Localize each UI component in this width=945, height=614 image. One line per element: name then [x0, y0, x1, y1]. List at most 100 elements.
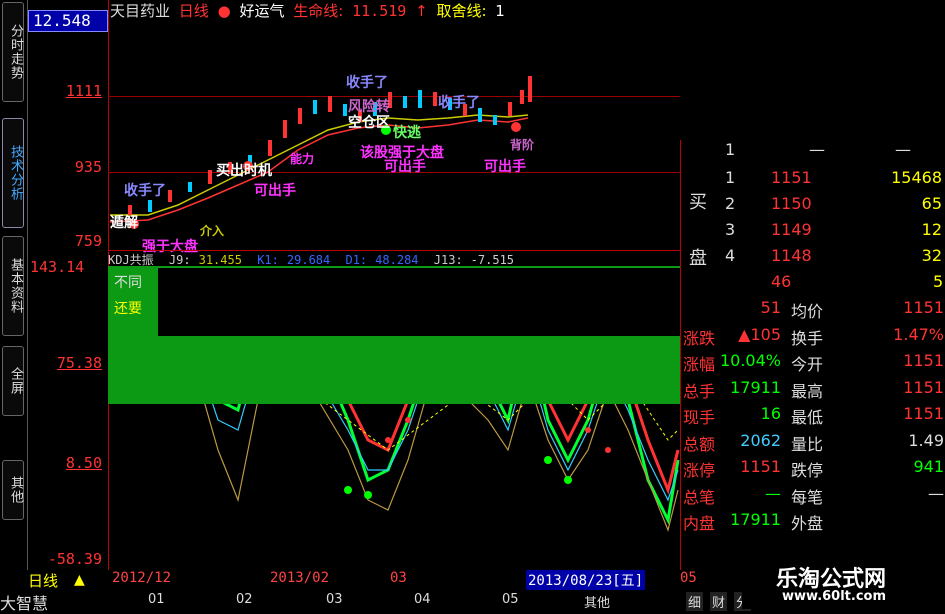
bottom-period[interactable]: 日线 [28, 570, 58, 591]
quote-v1: 51 [760, 298, 781, 317]
buy-vol: 15468 [891, 168, 942, 187]
quote-v1: 10.04% [719, 351, 781, 370]
annotation-kongcang: 空仓区 [348, 115, 390, 131]
annotation-kuaitao: 快逃 [393, 125, 421, 141]
buy-level: 3 [725, 220, 736, 239]
quote-v1: 2062 [740, 430, 781, 450]
quote-v2: 941 [913, 457, 944, 476]
annotation-kechu-2: 可出手 [384, 159, 426, 175]
left-tab-strip: 分时走势 技术分析 基本资料 全屏 其他 [0, 0, 28, 570]
k-value: 29.684 [286, 253, 331, 267]
axis-label-935: 935 [74, 158, 102, 176]
k-label: K1: [257, 253, 279, 267]
tab-basic-info[interactable]: 基本资料 [2, 236, 24, 336]
quote-row: 现手 16 最低 1151 [681, 404, 945, 430]
annotation-jieru: 介入 [200, 224, 225, 238]
quote-v2: 1151 [903, 351, 944, 370]
quote-v2: 1151 [903, 298, 944, 317]
price-axis: 1111 935 759 143.14 75.38 8.50 -58.39 [28, 0, 109, 570]
d-value: 48.284 [375, 253, 419, 267]
kdj-name: KDJ共振 [108, 253, 154, 267]
month-01[interactable]: 01 [148, 592, 165, 607]
quote-l2: 今开 [791, 355, 824, 374]
buy-row[interactable]: 3 1149 12 [681, 220, 945, 246]
quote-l1: 总手 [683, 381, 716, 401]
cursor-date: 2013/08/23[五] [526, 570, 646, 590]
buy-vol: 65 [921, 194, 942, 213]
axis-label-759: 759 [74, 232, 102, 250]
j9-label: J9: [168, 253, 191, 267]
quote-v2: 1151 [903, 404, 944, 423]
quote-l1: 涨幅 [683, 355, 716, 374]
watermark: 乐淘公式网 www.60lt.com [742, 555, 945, 609]
sell1-price: — [809, 140, 825, 159]
tab-technical-analysis[interactable]: 技术分析 [2, 118, 24, 228]
quote-l2: 均价 [791, 302, 824, 321]
quote-l2: 每笔 [791, 487, 824, 507]
month-other[interactable]: 其他 [584, 592, 610, 611]
month-04[interactable]: 04 [414, 592, 431, 607]
quote-row: 涨停 1151 跌停 941 [681, 457, 945, 483]
d-label: D1: [345, 253, 368, 267]
sell1-row: 1 — — [681, 140, 945, 166]
month-05[interactable]: 05 [502, 592, 519, 607]
bottom-tab-xi[interactable]: 细 [686, 592, 704, 611]
j9-value: 31.455 [198, 253, 242, 267]
sell1-level: 1 [725, 140, 736, 159]
buy-row[interactable]: 4 1148 32 [681, 246, 945, 272]
bottom-tab-cai[interactable]: 财 [710, 592, 728, 611]
axis-label-1111: 1111 [65, 82, 102, 100]
buy-row[interactable]: 1 1151 15468 [681, 168, 945, 194]
tab-intraday[interactable]: 分时走势 [2, 2, 24, 102]
annotation-shoushou-2: 收手了 [438, 95, 480, 111]
quote-l1: 涨停 [683, 461, 716, 480]
annotation-machu: 买出时机 [216, 163, 272, 179]
axis-label-75: 75.38 [56, 354, 102, 372]
buy-price: 1151 [771, 168, 812, 187]
buy-price: 1149 [771, 220, 812, 239]
month-03[interactable]: 03 [326, 592, 343, 607]
extra-price: 46 [771, 272, 792, 291]
occluding-black-box [158, 268, 680, 336]
tab-other[interactable]: 其他 [2, 460, 24, 520]
app-name: 大智慧 [0, 594, 49, 613]
annotation-nengli: 能力 [290, 152, 315, 166]
extra-row: 46 5 [681, 272, 945, 298]
annotation-beifen: 背阶 [510, 138, 535, 152]
date-label-1: 2012/12 [112, 570, 172, 586]
quote-l2: 换手 [791, 328, 824, 348]
j13-label: J13: [433, 253, 463, 267]
month-02[interactable]: 02 [236, 592, 253, 607]
buy-row[interactable]: 2 1150 65 [681, 194, 945, 220]
annotation-shoushou-1: 收手了 [346, 75, 388, 91]
quote-l1: 现手 [683, 408, 716, 427]
quote-v1: 17911 [730, 510, 781, 529]
quote-v1: — [765, 483, 781, 503]
buy-level: 2 [725, 194, 736, 213]
quote-l1: 涨跌 [683, 328, 716, 348]
quote-v2: 1.49 [908, 430, 944, 450]
buy-level: 4 [725, 246, 736, 265]
axis-label-143: 143.14 [30, 258, 85, 276]
current-price-box: 12.548 [28, 10, 108, 32]
quote-l1: 总额 [683, 434, 716, 454]
axis-label-neg58: -58.39 [47, 550, 102, 568]
quote-row: 涨跌 ▲105 换手 1.47% [681, 325, 945, 351]
quote-l1: 内盘 [683, 514, 716, 533]
buy-price: 1150 [771, 194, 812, 213]
tab-fullscreen[interactable]: 全屏 [2, 346, 24, 416]
j13-value: -7.515 [470, 253, 515, 267]
quote-l2: 量比 [791, 434, 824, 454]
quote-v1: 1151 [740, 457, 781, 476]
annotation-kechu-3: 可出手 [484, 159, 526, 175]
buy-price: 1148 [771, 246, 812, 265]
band-label-haiyao: 还要 [114, 301, 142, 317]
triangle-icon: ▲ [74, 572, 85, 588]
quote-v2: 1.47% [893, 324, 944, 344]
quote-panel: 1 — — 买 盘 1 1151 15468 2 1150 65 3 1149 12 4 1148 3… [680, 140, 945, 570]
date-label-5: 05 [680, 570, 697, 586]
annotation-shoushou-left: 收手了 [124, 183, 166, 199]
axis-label-8: 8.50 [65, 454, 102, 472]
watermark-url: www.60lt.com [782, 589, 887, 604]
annotation-kechu-1: 可出手 [254, 183, 296, 199]
